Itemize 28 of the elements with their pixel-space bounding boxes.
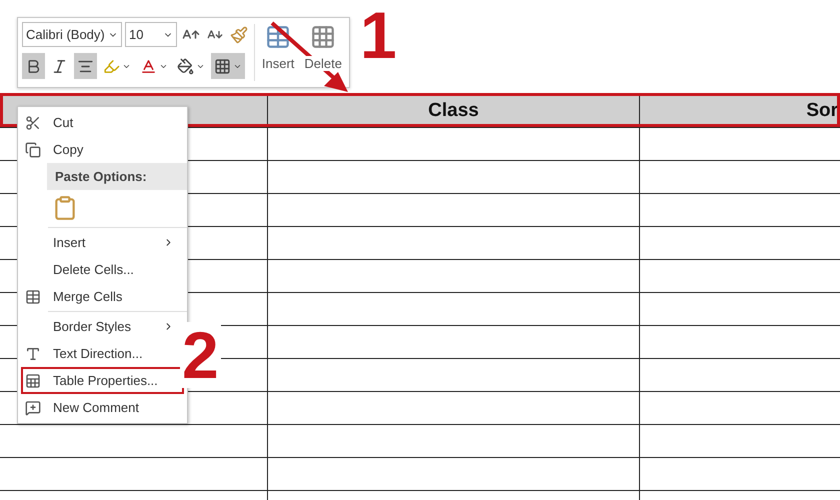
table-grid-icon <box>25 288 41 304</box>
table-delete-icon <box>310 24 336 50</box>
font-size-field[interactable]: 10 <box>125 22 177 47</box>
menu-item[interactable]: New Comment <box>21 394 184 421</box>
font-name-field[interactable]: Calibri (Body) <box>22 22 122 47</box>
comment-icon <box>25 400 41 416</box>
menu-item[interactable]: Table Properties... <box>21 367 184 394</box>
center-button[interactable] <box>74 53 97 79</box>
menu-item[interactable]: Merge Cells <box>21 283 184 310</box>
shading-icon <box>177 58 194 74</box>
scissors-icon <box>25 114 41 130</box>
table-properties-icon <box>25 372 41 388</box>
paintbrush-icon <box>230 26 248 44</box>
borders-button[interactable] <box>211 53 245 79</box>
font-color-icon <box>140 58 157 74</box>
borders-icon <box>214 58 231 74</box>
table-insert-icon <box>265 24 292 50</box>
menu-item[interactable]: Delete Cells... <box>21 256 184 283</box>
menu-item[interactable]: Insert <box>21 229 184 256</box>
menu-section-header: Paste Options: <box>47 163 187 190</box>
insert-button[interactable]: Insert <box>258 22 298 83</box>
bold-button[interactable] <box>22 53 45 79</box>
copy-icon <box>25 142 41 158</box>
menu-item[interactable]: Cut <box>21 109 184 136</box>
italic-icon <box>51 58 68 74</box>
step-number: 2 <box>180 322 221 388</box>
highlight-icon <box>103 58 120 74</box>
menu-item[interactable]: Copy <box>21 136 184 163</box>
